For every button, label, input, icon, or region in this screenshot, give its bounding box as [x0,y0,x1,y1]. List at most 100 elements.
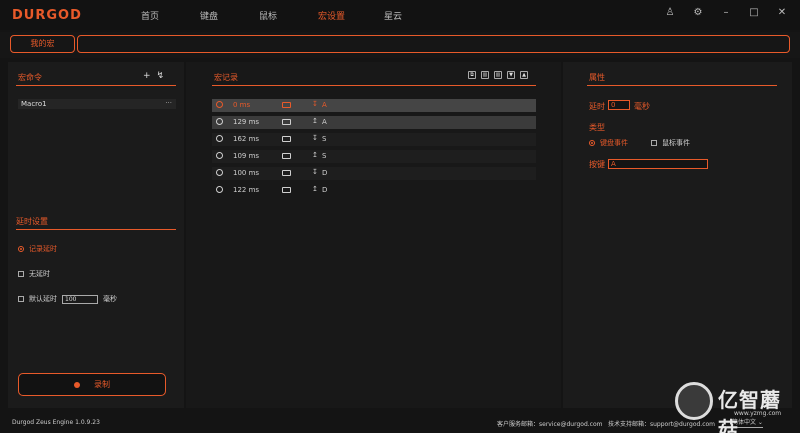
watermark-text: 亿智蘑菇 [718,388,781,433]
delay-ms: 122 ms [233,186,260,194]
nav-keyboard[interactable]: 键盘 [200,9,218,22]
clock-icon [216,152,223,159]
key-down-icon: ↧ [312,168,318,176]
type-option-mouse[interactable]: 鼠标事件 [651,138,690,148]
macro-command-tools: + ↯ [143,71,164,81]
checkbox[interactable] [18,271,24,277]
move-up-icon[interactable]: ▲ [520,71,528,79]
delay-option-default[interactable]: 默认延时 100 毫秒 [18,294,117,304]
key-name: A [322,118,327,126]
key-down-icon: ↧ [312,134,318,142]
type-option-keyboard[interactable]: 键盘事件 [589,138,628,148]
minimize-icon[interactable]: – [720,7,732,18]
properties-title: 属性 [589,73,605,82]
import-icon[interactable]: ↯ [157,71,165,81]
user-icon[interactable]: ♙ [664,7,676,18]
delay-ms: 0 ms [233,101,251,109]
delay-option-label: 记录延时 [29,245,57,253]
top-bar: DURGOD 首页 键盘 鼠标 宏设置 星云 ♙ ⚙ – □ ✕ [0,0,800,30]
macro-name: Macro1 [21,100,47,108]
delay-option-label: 无延时 [29,270,50,278]
key-input[interactable]: A [608,159,708,169]
delay-option-record[interactable]: 记录延时 [18,244,57,254]
key-up-icon: ↥ [312,117,318,125]
delay-input[interactable]: 0 [608,100,630,110]
key-name: S [322,135,327,143]
delete-icon[interactable]: ▥ [481,71,489,79]
nav-mouse[interactable]: 鼠标 [259,9,277,22]
brand-logo: DURGOD [12,8,82,23]
key-name: D [322,169,328,177]
type-option-label: 鼠标事件 [662,139,690,147]
key-name: S [322,152,327,160]
close-icon[interactable]: ✕ [776,7,788,18]
macro-tab-row: 我的宏 [0,32,800,58]
record-toolbar: ⧉ ▥ ▥ ▼ ▲ [468,71,528,79]
delay-ms: 162 ms [233,135,260,143]
properties-panel: 属性 延时 0 毫秒 类型 键盘事件 鼠标事件 按键 A [563,62,792,408]
table-row[interactable]: 100 ms ↧ D [212,167,536,180]
type-option-label: 键盘事件 [600,139,628,147]
delay-option-none[interactable]: 无延时 [18,269,50,279]
watermark-url: www.yzmg.com [734,410,782,417]
nav-home[interactable]: 首页 [141,9,159,22]
add-icon[interactable]: + [143,71,151,81]
keyboard-icon [282,136,291,142]
clock-icon [216,101,223,108]
table-row[interactable]: 109 ms ↥ S [212,150,536,163]
version-text: Durgod Zeus Engine 1.0.9.23 [12,419,100,426]
delay-unit: 毫秒 [634,102,650,111]
delay-ms: 100 ms [233,169,260,177]
move-down-icon[interactable]: ▼ [507,71,515,79]
checkbox[interactable] [18,296,24,302]
record-dot-icon [74,381,80,388]
nav-macro-settings[interactable]: 宏设置 [318,9,345,22]
copy-icon[interactable]: ⧉ [468,71,476,79]
service-email[interactable]: 客户服务邮箱：service@durgod.com [497,419,602,428]
key-name: D [322,186,328,194]
mushroom-logo-icon [675,382,713,420]
keyboard-icon [282,153,291,159]
keyboard-icon [282,102,291,108]
list-item[interactable]: Macro1 ··· [18,99,176,109]
key-down-icon: ↧ [312,100,318,108]
record-button[interactable]: 录制 [18,373,166,396]
left-panel: 宏命令 + ↯ Macro1 ··· 延时设置 记录延时 无延时 默认延时 10… [8,62,184,408]
radio-selected-icon[interactable] [18,246,24,252]
macro-record-title: 宏记录 [214,73,238,82]
table-row[interactable]: 0 ms ↧ A [212,99,536,112]
more-icon[interactable]: ··· [165,98,172,108]
trash-icon[interactable]: ▥ [494,71,502,79]
tab-my-macro[interactable]: 我的宏 [10,35,75,53]
key-up-icon: ↥ [312,151,318,159]
delay-ms: 109 ms [233,152,260,160]
macro-tab-strip[interactable] [77,35,790,53]
divider [16,85,176,86]
keyboard-icon [282,119,291,125]
window-controls: ♙ ⚙ – □ ✕ [664,7,788,18]
maximize-icon[interactable]: □ [748,7,760,18]
type-label: 类型 [589,123,605,132]
divider [212,85,536,86]
radio-selected-icon[interactable] [589,140,595,146]
keyboard-icon [282,187,291,193]
key-label: 按键 [589,160,605,169]
key-name: A [322,101,327,109]
default-delay-input[interactable]: 100 [62,294,98,304]
clock-icon [216,135,223,142]
delay-label: 延时 [589,102,605,111]
delay-unit: 毫秒 [103,295,117,303]
record-label: 录制 [94,380,110,389]
clock-icon [216,186,223,193]
checkbox[interactable] [651,140,657,146]
divider [587,85,777,86]
divider [16,229,176,230]
macro-command-title: 宏命令 [18,73,42,82]
delay-settings-title: 延时设置 [16,217,48,226]
table-row[interactable]: 129 ms ↥ A [212,116,536,129]
clock-icon [216,169,223,176]
gear-icon[interactable]: ⚙ [692,7,704,18]
table-row[interactable]: 122 ms ↥ D [212,184,536,197]
nav-nebula[interactable]: 星云 [384,9,402,22]
table-row[interactable]: 162 ms ↧ S [212,133,536,146]
